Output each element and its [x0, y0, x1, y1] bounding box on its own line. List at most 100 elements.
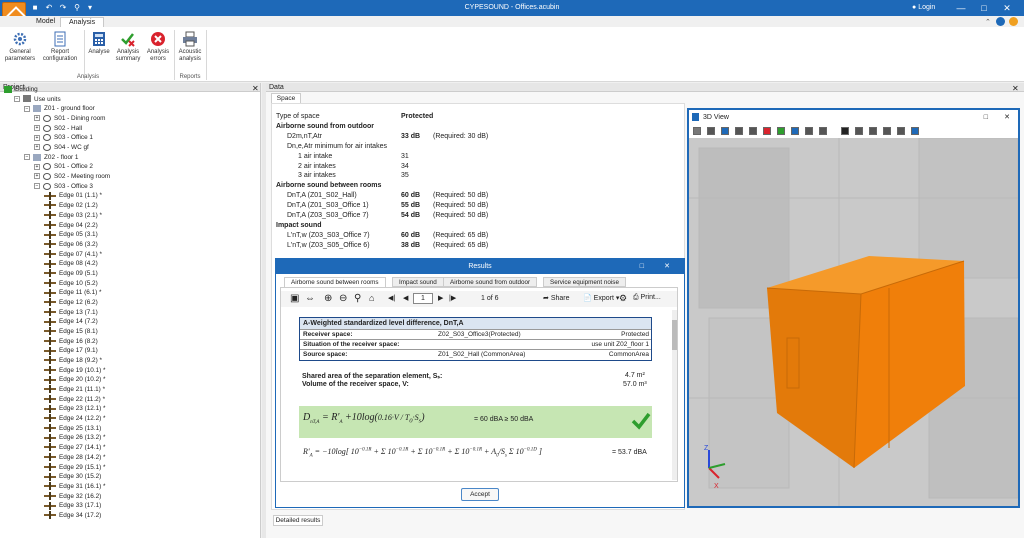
help-icon[interactable] — [996, 17, 1005, 26]
tree-item-edge[interactable]: Edge 33 (17.1) — [44, 501, 101, 511]
undo-icon[interactable]: ↶ — [44, 3, 54, 13]
cube-icon[interactable] — [721, 127, 729, 135]
analysis-summary-button[interactable]: Analysis summary — [113, 31, 143, 63]
tree-item-edge[interactable]: Edge 04 (2.2) — [44, 220, 98, 231]
view-3d-scene[interactable]: Z X — [689, 138, 1018, 506]
tree-item-edge[interactable]: Edge 26 (13.2) * — [44, 433, 106, 443]
tab-service-equipment-noise[interactable]: Service equipment noise — [543, 277, 626, 287]
expand-toggle-icon[interactable]: + — [34, 173, 40, 180]
dialog-close-button[interactable]: ✕ — [664, 259, 670, 274]
tab-airborne-between-rooms[interactable]: Airborne sound between rooms — [284, 277, 386, 287]
tree-item-edge[interactable]: Edge 10 (5.2) — [44, 278, 98, 289]
tree-item-edge[interactable]: Edge 02 (1.2) — [44, 201, 98, 211]
prev-page-icon[interactable]: ◀ — [403, 294, 408, 302]
zoom-out-icon[interactable] — [869, 127, 877, 135]
tree-item-edge[interactable]: Edge 23 (12.1) * — [44, 404, 106, 414]
tab-model[interactable]: Model — [28, 17, 63, 27]
close-button[interactable]: ✕ — [998, 2, 1016, 14]
orbit-icon[interactable] — [883, 127, 891, 135]
tree-item-edge[interactable]: Edge 07 (4.1) * — [44, 249, 102, 260]
zoom-reset-icon[interactable]: ⚲ — [354, 293, 361, 304]
layer-icon[interactable] — [749, 127, 757, 135]
minimize-button[interactable]: — — [952, 2, 970, 14]
tree-item-edge[interactable]: Edge 03 (2.1) * — [44, 211, 102, 221]
analysis-errors-button[interactable]: Analysis errors — [144, 31, 172, 63]
close-project-panel-icon[interactable]: ✕ — [252, 84, 259, 93]
zoom-out-icon[interactable]: ⊖ — [339, 293, 347, 304]
first-page-icon[interactable]: ◀| — [388, 294, 395, 302]
share-button[interactable]: ➦ Share — [543, 294, 570, 302]
camera-icon[interactable] — [841, 127, 849, 135]
tree-item-folder[interactable]: − Use units — [14, 95, 61, 105]
tree-item-edge[interactable]: Edge 21 (11.1) * — [44, 385, 105, 395]
axis-icon[interactable] — [707, 127, 715, 135]
tree-item-edge[interactable]: Edge 01 (1.1) * — [44, 191, 102, 201]
tree-item-edge[interactable]: Edge 15 (8.1) — [44, 327, 98, 337]
analyse-button[interactable]: Analyse — [86, 31, 112, 56]
search-icon[interactable]: ⚲ — [72, 3, 82, 13]
expand-toggle-icon[interactable]: + — [34, 134, 40, 141]
tab-airborne-from-outdoor[interactable]: Airborne sound from outdoor — [443, 277, 538, 287]
login-button[interactable]: ● Login — [912, 4, 935, 11]
tree-item-space[interactable]: + S01 - Dining room — [34, 114, 106, 124]
tree-item-space[interactable]: + S02 - Meeting room — [34, 172, 110, 182]
section-icon[interactable] — [735, 127, 743, 135]
dialog-maximize-button[interactable]: □ — [640, 259, 644, 274]
view-icon[interactable] — [693, 127, 701, 135]
settings-gear-icon[interactable]: ⚙ — [619, 293, 627, 304]
report-configuration-button[interactable]: Report configuration — [40, 31, 80, 63]
customize-icon[interactable]: ▾ — [85, 3, 95, 13]
expand-toggle-icon[interactable]: − — [24, 154, 30, 161]
tab-impact-sound[interactable]: Impact sound — [392, 277, 444, 287]
tree-item-edge[interactable]: Edge 18 (9.2) * — [44, 356, 102, 366]
tree-item-edge[interactable]: Edge 16 (8.2) — [44, 336, 98, 347]
tree-item-edge[interactable]: Edge 12 (6.2) — [44, 298, 98, 308]
tree-item-space[interactable]: + S04 - WC gf — [34, 143, 89, 153]
tree-item-edge[interactable]: Edge 05 (3.1) — [44, 230, 98, 240]
tree-item-edge[interactable]: Edge 29 (15.1) * — [44, 462, 106, 473]
tab-analysis[interactable]: Analysis — [60, 17, 105, 27]
zoom-in-icon[interactable] — [855, 127, 863, 135]
expand-toggle-icon[interactable]: + — [34, 115, 40, 122]
blue-face-icon[interactable] — [791, 127, 799, 135]
tree-item-edge[interactable]: Edge 06 (3.2) — [44, 240, 98, 250]
tree-item-edge[interactable]: Edge 25 (13.1) — [44, 424, 101, 434]
eye-icon[interactable] — [819, 127, 827, 135]
fit-icon[interactable] — [911, 127, 919, 135]
green-face-icon[interactable] — [777, 127, 785, 135]
tab-space[interactable]: Space — [271, 93, 301, 103]
red-face-icon[interactable] — [763, 127, 771, 135]
tab-detailed-results[interactable]: Detailed results — [273, 515, 323, 526]
fit-width-icon[interactable]: ⇔ — [305, 293, 315, 304]
viewer-scrollbar[interactable] — [672, 310, 677, 480]
tree-item-space[interactable]: + S02 - Hall — [34, 124, 82, 134]
tree-item-edge[interactable]: Edge 09 (5.1) — [44, 269, 98, 279]
tree-item-edge[interactable]: Edge 30 (15.2) — [44, 472, 101, 482]
expand-toggle-icon[interactable]: − — [34, 183, 40, 190]
tree-item-edge[interactable]: Edge 19 (10.1) * — [44, 366, 106, 376]
text-select-icon[interactable]: ⌂ — [369, 293, 374, 303]
ribbon-collapse-icon[interactable]: ⌃ — [985, 18, 991, 26]
tree-item-space[interactable]: − S03 - Office 3 — [34, 182, 93, 192]
pan-icon[interactable] — [897, 127, 905, 135]
maximize-button[interactable]: □ — [975, 2, 993, 14]
tree-item-floor[interactable]: − Z02 - floor 1 — [24, 153, 78, 163]
tree-item-edge[interactable]: Edge 34 (17.2) — [44, 511, 101, 521]
tree-item-edge[interactable]: Edge 27 (14.1) * — [44, 443, 106, 453]
page-number-input[interactable]: 1 — [413, 293, 433, 304]
tree-item-edge[interactable]: Edge 14 (7.2) — [44, 317, 98, 327]
tree-item-edge[interactable]: Edge 22 (11.2) * — [44, 395, 105, 405]
redo-icon[interactable]: ↷ — [58, 3, 68, 13]
expand-toggle-icon[interactable]: + — [34, 125, 40, 132]
expand-toggle-icon[interactable]: − — [14, 95, 20, 102]
tree-item-edge[interactable]: Edge 08 (4.2) — [44, 259, 98, 269]
tree-item-edge[interactable]: Edge 32 (16.2) — [44, 491, 101, 502]
acoustic-analysis-button[interactable]: Acoustic analysis — [175, 31, 205, 63]
view3d-minimize-button[interactable]: □ — [984, 110, 988, 125]
tree-item-edge[interactable]: Edge 31 (16.1) * — [44, 482, 106, 492]
tree-item-edge[interactable]: Edge 17 (9.1) — [44, 346, 98, 356]
save-icon[interactable]: ■ — [30, 3, 40, 13]
tree-item-building[interactable]: Building — [4, 85, 38, 95]
next-page-icon[interactable]: ▶ — [438, 294, 443, 302]
print-button[interactable]: ⎙ Print... — [633, 294, 661, 302]
